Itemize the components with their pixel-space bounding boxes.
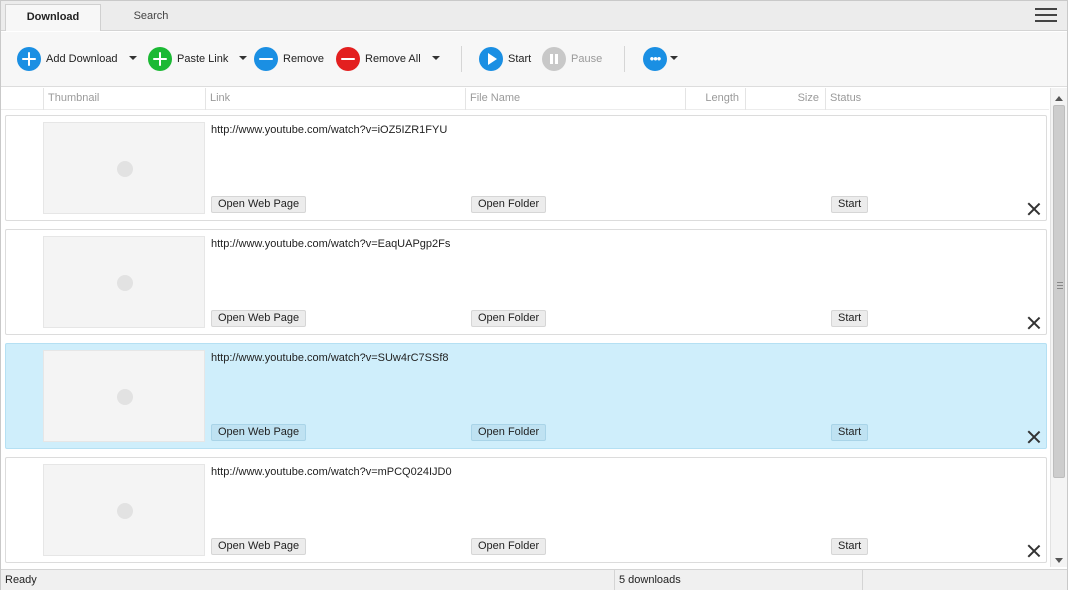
add-download-dropdown-icon[interactable] bbox=[129, 56, 137, 60]
vertical-scrollbar[interactable] bbox=[1050, 88, 1067, 567]
open-web-page-button[interactable]: Open Web Page bbox=[211, 196, 307, 213]
add-download-label: Add Download bbox=[46, 53, 118, 65]
remove-button[interactable]: Remove bbox=[254, 46, 324, 72]
tab-bar: Download Search bbox=[1, 1, 1067, 31]
row-link: http://www.youtube.com/watch?v=mPCQ024IJ… bbox=[211, 466, 452, 478]
row-link: http://www.youtube.com/watch?v=EaqUAPgp2… bbox=[211, 238, 451, 250]
column-status[interactable]: Status bbox=[825, 88, 1049, 110]
pause-button[interactable]: Pause bbox=[542, 46, 602, 72]
toolbar-separator bbox=[624, 46, 625, 72]
status-bar: Ready 5 downloads bbox=[1, 569, 1067, 590]
paste-link-dropdown-icon[interactable] bbox=[239, 56, 247, 60]
tab-search[interactable]: Search bbox=[105, 4, 197, 31]
column-length[interactable]: Length bbox=[685, 88, 745, 110]
download-row-selected[interactable]: http://www.youtube.com/watch?v=SUw4rC7SS… bbox=[5, 343, 1047, 449]
thumbnail-placeholder bbox=[43, 350, 205, 442]
toolbar-separator bbox=[461, 46, 462, 72]
download-row[interactable]: http://www.youtube.com/watch?v=iOZ5IZR1F… bbox=[5, 115, 1047, 221]
open-web-page-button[interactable]: Open Web Page bbox=[211, 424, 307, 441]
app-window: Download Search Add Download Paste Link … bbox=[0, 0, 1068, 590]
open-folder-button[interactable]: Open Folder bbox=[471, 310, 547, 327]
row-start-button[interactable]: Start bbox=[831, 310, 869, 327]
row-link: http://www.youtube.com/watch?v=SUw4rC7SS… bbox=[211, 352, 449, 364]
thumbnail-placeholder bbox=[43, 122, 205, 214]
tab-download[interactable]: Download bbox=[5, 4, 101, 31]
play-circle-icon bbox=[479, 47, 503, 71]
remove-label: Remove bbox=[283, 53, 324, 65]
thumbnail-placeholder bbox=[43, 236, 205, 328]
thumbnail-placeholder bbox=[43, 464, 205, 556]
download-list: http://www.youtube.com/watch?v=iOZ5IZR1F… bbox=[1, 111, 1049, 567]
add-download-button[interactable]: Add Download bbox=[17, 46, 118, 72]
open-folder-button[interactable]: Open Folder bbox=[471, 424, 547, 441]
scroll-up-arrow-icon[interactable] bbox=[1055, 96, 1063, 101]
download-row[interactable]: http://www.youtube.com/watch?v=EaqUAPgp2… bbox=[5, 229, 1047, 335]
close-icon[interactable] bbox=[1027, 544, 1041, 558]
paste-link-button[interactable]: Paste Link bbox=[148, 46, 228, 72]
open-web-page-button[interactable]: Open Web Page bbox=[211, 538, 307, 555]
loading-dot-icon bbox=[117, 389, 133, 405]
plus-circle-icon bbox=[148, 47, 172, 71]
minus-circle-icon bbox=[254, 47, 278, 71]
row-start-button[interactable]: Start bbox=[831, 196, 869, 213]
column-link[interactable]: Link bbox=[205, 88, 465, 110]
download-row[interactable]: http://www.youtube.com/watch?v=mPCQ024IJ… bbox=[5, 457, 1047, 563]
open-folder-button[interactable]: Open Folder bbox=[471, 538, 547, 555]
close-icon[interactable] bbox=[1027, 430, 1041, 444]
loading-dot-icon bbox=[117, 161, 133, 177]
remove-all-button[interactable]: Remove All bbox=[336, 46, 421, 72]
column-header: Thumbnail Link File Name Length Size Sta… bbox=[1, 88, 1049, 110]
column-size[interactable]: Size bbox=[745, 88, 825, 110]
row-start-button[interactable]: Start bbox=[831, 538, 869, 555]
paste-link-label: Paste Link bbox=[177, 53, 229, 65]
more-options-button[interactable] bbox=[643, 46, 667, 72]
open-folder-button[interactable]: Open Folder bbox=[471, 196, 547, 213]
scroll-down-arrow-icon[interactable] bbox=[1055, 558, 1063, 563]
pause-circle-icon bbox=[542, 47, 566, 71]
more-dots-icon bbox=[643, 47, 667, 71]
pause-label: Pause bbox=[571, 53, 603, 65]
remove-all-label: Remove All bbox=[365, 53, 421, 65]
downloads-count: 5 downloads bbox=[615, 570, 863, 590]
scrollbar-thumb[interactable] bbox=[1053, 105, 1065, 478]
close-icon[interactable] bbox=[1027, 202, 1041, 216]
remove-all-dropdown-icon[interactable] bbox=[432, 56, 440, 60]
column-file-name[interactable]: File Name bbox=[465, 88, 685, 110]
open-web-page-button[interactable]: Open Web Page bbox=[211, 310, 307, 327]
plus-circle-icon bbox=[17, 47, 41, 71]
close-icon[interactable] bbox=[1027, 316, 1041, 330]
loading-dot-icon bbox=[117, 503, 133, 519]
row-start-button[interactable]: Start bbox=[831, 424, 869, 441]
start-label: Start bbox=[508, 53, 532, 65]
status-text: Ready bbox=[1, 570, 615, 590]
toolbar: Add Download Paste Link Remove Remove Al… bbox=[1, 32, 1067, 87]
column-thumbnail[interactable]: Thumbnail bbox=[43, 88, 205, 110]
minus-circle-icon bbox=[336, 47, 360, 71]
grip-icon bbox=[1057, 282, 1063, 291]
row-link: http://www.youtube.com/watch?v=iOZ5IZR1F… bbox=[211, 124, 448, 136]
more-options-dropdown-icon[interactable] bbox=[670, 56, 678, 60]
hamburger-menu-icon[interactable] bbox=[1035, 8, 1057, 26]
loading-dot-icon bbox=[117, 275, 133, 291]
start-button[interactable]: Start bbox=[479, 46, 531, 72]
